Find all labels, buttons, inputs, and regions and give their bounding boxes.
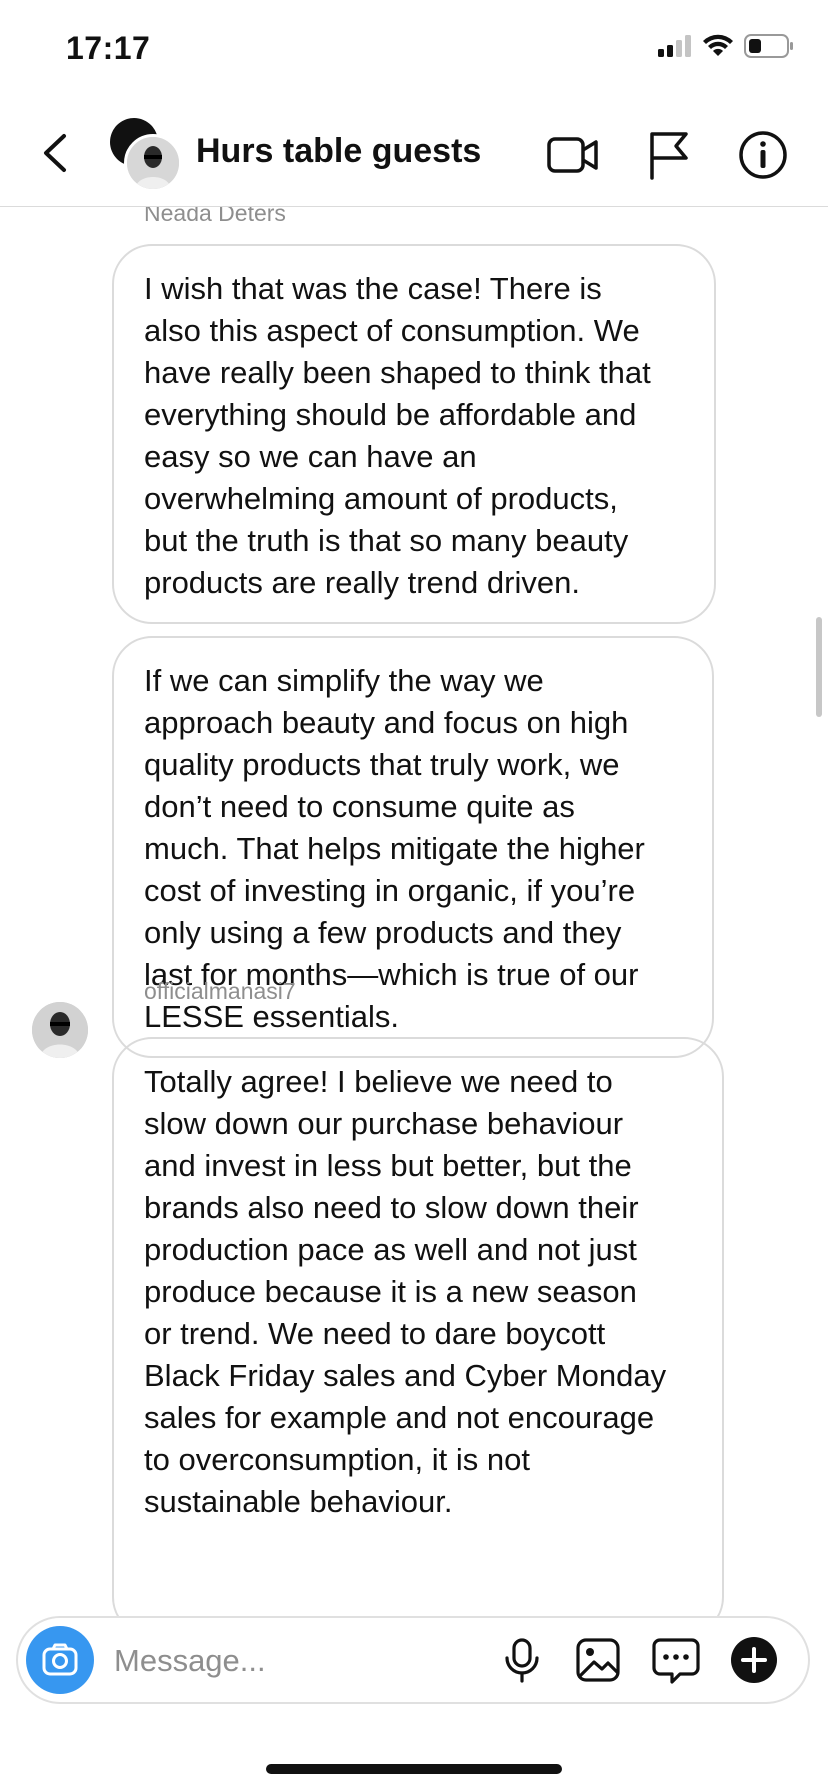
back-arrow-icon[interactable] <box>36 128 76 178</box>
home-indicator[interactable] <box>266 1764 562 1774</box>
person-avatar-icon <box>32 1002 88 1058</box>
camera-button[interactable] <box>26 1626 94 1694</box>
message-composer <box>16 1616 810 1704</box>
group-avatar[interactable] <box>110 118 182 192</box>
status-time: 17:17 <box>66 30 151 66</box>
sender-avatar[interactable] <box>32 1002 88 1058</box>
microphone-icon[interactable] <box>498 1636 546 1684</box>
person-avatar-icon <box>127 137 179 189</box>
sticker-chat-icon[interactable] <box>652 1636 700 1684</box>
sender-name: Neada Deters <box>144 207 286 226</box>
gallery-icon[interactable] <box>574 1636 622 1684</box>
message-thread[interactable]: Neada Deters I wish that was the case! T… <box>0 207 828 1617</box>
message-bubble[interactable]: Totally agree! I believe we need to slow… <box>112 1037 724 1617</box>
status-bar: 17:17 <box>0 0 828 100</box>
flag-icon[interactable] <box>642 128 696 182</box>
chat-header: Hurs table guests <box>0 100 828 207</box>
wifi-icon <box>703 34 733 56</box>
video-call-icon[interactable] <box>546 128 600 182</box>
status-icons <box>658 34 794 58</box>
message-bubble[interactable]: I wish that was the case! There is also … <box>112 244 716 624</box>
scrollbar[interactable] <box>816 617 822 717</box>
camera-icon <box>42 1643 78 1676</box>
battery-icon <box>744 34 793 58</box>
conversation-title[interactable]: Hurs table guests <box>196 132 481 171</box>
info-icon[interactable] <box>736 128 790 182</box>
avatar-front <box>124 134 182 192</box>
message-input[interactable] <box>112 1636 496 1686</box>
cellular-signal-icon <box>658 35 691 57</box>
sender-name: officialmanasi7 <box>144 978 296 1004</box>
add-plus-icon[interactable] <box>730 1636 778 1684</box>
